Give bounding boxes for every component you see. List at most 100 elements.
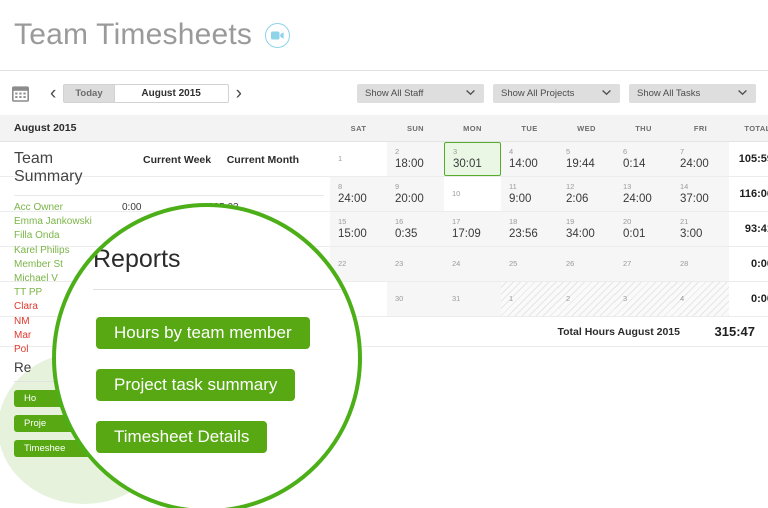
day-number: 20 xyxy=(623,217,632,226)
day-number: 21 xyxy=(680,217,689,226)
day-cell[interactable]: 14 37:00 xyxy=(672,177,729,211)
col-header-thu: THU xyxy=(635,123,652,133)
day-number: 9 xyxy=(395,182,400,191)
week-total: 93:41 xyxy=(729,212,768,246)
day-number: 12 xyxy=(566,182,575,191)
filter-tasks[interactable]: Show All Tasks xyxy=(629,83,756,103)
day-cell[interactable]: 7 24:00 xyxy=(672,142,729,176)
day-hours-value: 23:56 xyxy=(509,228,538,240)
day-cell[interactable]: 8 24:00 xyxy=(330,177,387,211)
day-cell[interactable]: 4 xyxy=(672,282,729,316)
day-cell[interactable]: 25 xyxy=(501,247,558,281)
grand-total-value: 315:47 xyxy=(714,324,755,339)
chevron-down-icon xyxy=(738,88,747,99)
day-hours-value: 0:35 xyxy=(395,228,418,240)
day-cell[interactable]: 28 xyxy=(672,247,729,281)
day-number: 25 xyxy=(509,259,518,268)
filter-staff[interactable]: Show All Staff xyxy=(357,83,484,103)
calendar-icon[interactable] xyxy=(12,85,29,102)
day-cell[interactable]: 1 xyxy=(501,282,558,316)
day-cell[interactable]: 3 30:01 xyxy=(444,142,501,176)
day-hours-value: 24:00 xyxy=(338,193,367,205)
day-number: 27 xyxy=(623,259,632,268)
report-button-project-task-summary[interactable]: Project task summary xyxy=(96,369,296,401)
day-number: 4 xyxy=(509,147,514,156)
current-period-label[interactable]: August 2015 xyxy=(115,85,228,102)
day-cell[interactable]: 31 xyxy=(444,282,501,316)
date-navigator: Today August 2015 xyxy=(63,83,229,103)
day-cell[interactable]: 16 0:35 xyxy=(387,212,444,246)
day-cell[interactable]: 20 0:01 xyxy=(615,212,672,246)
day-number: 17 xyxy=(452,217,461,226)
day-number: 10 xyxy=(452,189,461,198)
day-cell[interactable]: 18 23:56 xyxy=(501,212,558,246)
col-header-tue: TUE xyxy=(521,123,538,133)
day-number: 11 xyxy=(509,182,517,191)
day-number: 23 xyxy=(395,259,404,268)
day-number: 8 xyxy=(338,182,343,191)
team-summary-title: Team Summary xyxy=(14,150,83,185)
filter-tasks-label: Show All Tasks xyxy=(637,87,701,99)
day-cell[interactable]: 2 xyxy=(558,282,615,316)
day-cell[interactable]: 21 3:00 xyxy=(672,212,729,246)
magnifier-lens-content: Reports Hours by team member Project tas… xyxy=(56,207,358,508)
report-button-hours-by-team-member[interactable]: Hours by team member xyxy=(96,317,310,349)
col-header-total: TOTAL xyxy=(744,123,768,133)
day-cell[interactable]: 5 19:44 xyxy=(558,142,615,176)
day-hours-value: 0:01 xyxy=(623,228,646,240)
filter-staff-label: Show All Staff xyxy=(365,87,424,99)
day-cell[interactable]: 19 34:00 xyxy=(558,212,615,246)
day-cell[interactable]: 1 xyxy=(330,142,387,176)
day-number: 2 xyxy=(395,147,400,156)
day-hours-value: 19:44 xyxy=(566,158,595,170)
day-number: 28 xyxy=(680,259,689,268)
day-hours-value: 0:14 xyxy=(623,158,646,170)
day-hours-value: 37:00 xyxy=(680,193,709,205)
day-hours-value: 9:00 xyxy=(509,193,532,205)
reports-divider xyxy=(93,289,343,290)
day-cell[interactable]: 6 0:14 xyxy=(615,142,672,176)
day-cell[interactable]: 3 xyxy=(615,282,672,316)
day-hours-value: 30:01 xyxy=(453,158,482,170)
next-period-button[interactable]: › xyxy=(229,84,249,103)
grid-header-row: August 2015 SAT SUN MON TUE WED THU FRI … xyxy=(0,115,768,142)
report-button-timesheet-details[interactable]: Timesheet Details xyxy=(96,421,268,453)
day-number: 24 xyxy=(452,259,461,268)
day-cell[interactable]: 30 xyxy=(387,282,444,316)
week-total: 105:59 xyxy=(729,142,768,176)
day-hours-value: 18:00 xyxy=(395,158,424,170)
day-number: 7 xyxy=(680,147,685,156)
day-cell[interactable]: 12 2:06 xyxy=(558,177,615,211)
today-button[interactable]: Today xyxy=(64,84,115,102)
day-cell[interactable]: 2 18:00 xyxy=(387,142,444,176)
day-cell[interactable]: 13 24:00 xyxy=(615,177,672,211)
day-cell[interactable]: 4 14:00 xyxy=(501,142,558,176)
app-root: Team Timesheets ‹ Today August 2015 › Sh… xyxy=(0,0,768,508)
day-number: 16 xyxy=(395,217,404,226)
day-cell[interactable]: 10 xyxy=(444,177,501,211)
toolbar: ‹ Today August 2015 › Show All Staff Sho… xyxy=(0,71,768,115)
filter-projects[interactable]: Show All Projects xyxy=(493,83,620,103)
col-header-fri: FRI xyxy=(693,123,708,133)
day-hours-value: 17:09 xyxy=(452,228,481,240)
day-cell[interactable]: 11 9:00 xyxy=(501,177,558,211)
day-cell[interactable]: 23 xyxy=(387,247,444,281)
prev-period-button[interactable]: ‹ xyxy=(43,84,63,103)
video-camera-icon[interactable] xyxy=(265,22,291,48)
day-cell[interactable]: 17 17:09 xyxy=(444,212,501,246)
team-summary-header: Team Summary Current Week Current Month xyxy=(14,150,324,196)
day-number: 1 xyxy=(509,294,514,303)
day-number: 4 xyxy=(680,294,685,303)
chevron-down-icon xyxy=(466,88,475,99)
day-number: 14 xyxy=(680,182,689,191)
day-number: 31 xyxy=(452,294,461,303)
day-cell[interactable]: 26 xyxy=(558,247,615,281)
day-cell[interactable]: 27 xyxy=(615,247,672,281)
day-hours-value: 24:00 xyxy=(623,193,652,205)
day-cell[interactable]: 9 20:00 xyxy=(387,177,444,211)
day-number: 3 xyxy=(623,294,628,303)
filter-group: Show All Staff Show All Projects Show Al… xyxy=(357,83,768,103)
day-cell[interactable]: 24 xyxy=(444,247,501,281)
day-number: 26 xyxy=(566,259,575,268)
col-header-sun: SUN xyxy=(406,123,425,133)
